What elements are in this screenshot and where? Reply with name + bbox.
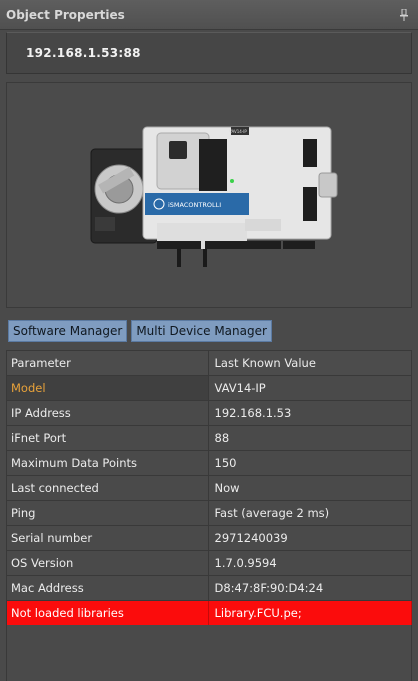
host-address-box: 192.168.1.53:88 — [6, 32, 412, 74]
grid-header-row: Parameter Last Known Value — [7, 351, 412, 376]
row-name: Ping — [7, 501, 209, 526]
multi-device-manager-button[interactable]: Multi Device Manager — [131, 320, 272, 342]
properties-grid: Parameter Last Known Value Model VAV14-I… — [6, 350, 412, 626]
table-row[interactable]: Maximum Data Points 150 — [7, 451, 412, 476]
table-row[interactable]: Last connected Now — [7, 476, 412, 501]
row-name: Serial number — [7, 526, 209, 551]
row-value: Fast (average 2 ms) — [208, 501, 412, 526]
row-value: 1.7.0.9594 — [208, 551, 412, 576]
table-row[interactable]: iFnet Port 88 — [7, 426, 412, 451]
table-row[interactable]: IP Address 192.168.1.53 — [7, 401, 412, 426]
device-image-box: VAV14-IP iSMACONTROLLI — [6, 82, 412, 308]
column-header-value[interactable]: Last Known Value — [208, 351, 412, 376]
table-row[interactable]: Model VAV14-IP — [7, 376, 412, 401]
software-manager-button[interactable]: Software Manager — [8, 320, 128, 342]
button-row: Software Manager Multi Device Manager — [8, 320, 272, 342]
table-row[interactable]: Ping Fast (average 2 ms) — [7, 501, 412, 526]
row-name: iFnet Port — [7, 426, 209, 451]
panel-title: Object Properties — [6, 7, 125, 22]
row-value: D8:47:8F:90:D4:24 — [208, 576, 412, 601]
host-address: 192.168.1.53:88 — [26, 46, 141, 60]
table-row[interactable]: Serial number 2971240039 — [7, 526, 412, 551]
row-name: Maximum Data Points — [7, 451, 209, 476]
pin-icon[interactable] — [398, 8, 410, 21]
row-name: Not loaded libraries — [7, 601, 209, 626]
row-name: Last connected — [7, 476, 209, 501]
table-row-error[interactable]: Not loaded libraries Library.FCU.pe; — [7, 601, 412, 626]
row-value: 2971240039 — [208, 526, 412, 551]
column-header-parameter[interactable]: Parameter — [7, 351, 209, 376]
panel-header: Object Properties — [0, 0, 418, 30]
row-value: 88 — [208, 426, 412, 451]
table-row[interactable]: OS Version 1.7.0.9594 — [7, 551, 412, 576]
cables — [177, 249, 207, 267]
row-name: IP Address — [7, 401, 209, 426]
brand-label: iSMACONTROLLI — [168, 201, 221, 209]
table-row[interactable]: Mac Address D8:47:8F:90:D4:24 — [7, 576, 412, 601]
row-name: Mac Address — [7, 576, 209, 601]
row-name: OS Version — [7, 551, 209, 576]
device-image: VAV14-IP iSMACONTROLLI — [90, 126, 338, 267]
row-value: Now — [208, 476, 412, 501]
row-value: Library.FCU.pe; — [208, 601, 412, 626]
row-value: 150 — [208, 451, 412, 476]
grid-empty-area — [6, 625, 412, 681]
model-badge: VAV14-IP — [229, 129, 247, 134]
row-value: VAV14-IP — [208, 376, 412, 401]
row-name: Model — [7, 376, 209, 401]
controller-body: VAV14-IP iSMACONTROLLI — [142, 126, 338, 249]
row-value: 192.168.1.53 — [208, 401, 412, 426]
